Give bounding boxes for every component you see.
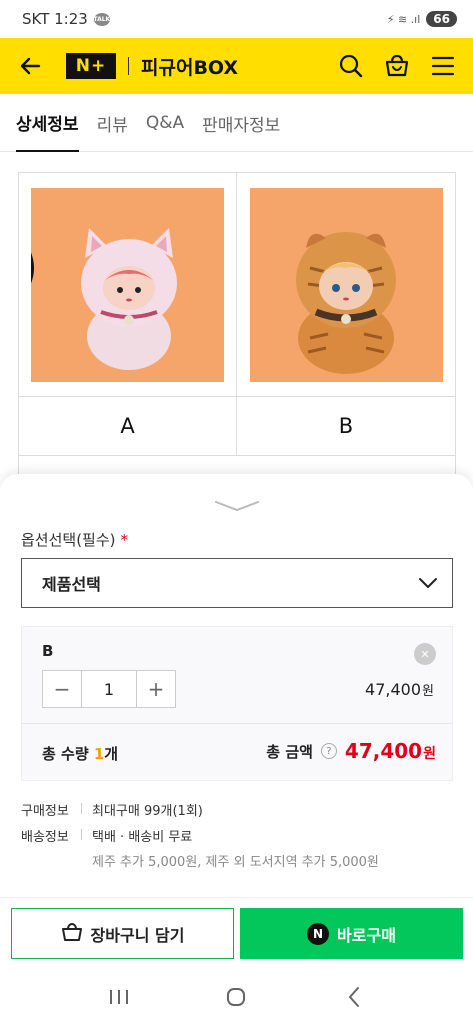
app-header: N+ 피규어BOX: [0, 38, 473, 94]
tab-detail-info[interactable]: 상세정보: [16, 94, 79, 152]
option-price: 47,400원: [365, 680, 434, 699]
add-to-cart-button[interactable]: 장바구니 담기: [11, 908, 234, 959]
quantity-stepper: − 1 +: [42, 670, 176, 708]
help-question-icon[interactable]: ?: [320, 743, 337, 759]
product-variant-grid: A B: [18, 172, 456, 456]
purchase-shipping-info: 구매정보 최대구매 99개(1회) 배송정보 택배 · 배송비 무료 제주 추가…: [21, 800, 379, 870]
total-amount-label: 총 금액: [266, 742, 313, 761]
option-select-label: 옵션선택(필수) *: [21, 531, 129, 549]
carrier-time: SKT 1:23: [22, 10, 88, 28]
system-back-icon[interactable]: [336, 979, 372, 1015]
selected-option-card: B ✕ − 1 + 47,400원 총 수량 1개 총 금액 ? 47,400원: [21, 626, 453, 781]
product-label-a: A: [120, 414, 135, 438]
total-amount-value: 47,400원: [344, 739, 436, 763]
logo-divider: [128, 57, 129, 75]
back-arrow-icon[interactable]: [16, 52, 44, 80]
quantity-minus-button[interactable]: −: [43, 671, 81, 707]
product-label-b: B: [338, 414, 354, 438]
search-icon[interactable]: [337, 52, 365, 80]
product-option-select[interactable]: 제품선택: [21, 558, 453, 608]
quantity-input[interactable]: 1: [81, 671, 137, 707]
home-icon[interactable]: [218, 979, 254, 1015]
required-mark: *: [120, 531, 129, 549]
shipping-extra-fee-note: 제주 추가 5,000원, 제주 외 도서지역 추가 5,000원: [92, 855, 379, 870]
product-image-pink-cat-figure: [31, 187, 224, 382]
shipping-info-key: 배송정보: [21, 830, 69, 845]
selected-option-name: B: [42, 642, 54, 660]
bottom-action-bar: 장바구니 담기 N 바로구매: [0, 897, 473, 969]
quantity-plus-button[interactable]: +: [137, 671, 175, 707]
hamburger-menu-icon[interactable]: [429, 52, 457, 80]
total-quantity: 총 수량 1개: [42, 745, 119, 763]
shopping-bag-icon[interactable]: [383, 52, 411, 80]
battery-indicator: 66: [426, 11, 457, 27]
collapse-sheet-handle-icon[interactable]: [214, 498, 260, 512]
shipping-info-value: 택배 · 배송비 무료: [92, 830, 193, 845]
product-cell-b[interactable]: B: [237, 173, 455, 455]
tab-qna[interactable]: Q&A: [146, 94, 184, 152]
status-bar: SKT 1:23 TALK ⚡ ≋ .ıl 66: [0, 0, 473, 38]
total-quantity-value: 1: [93, 745, 105, 763]
chevron-down-icon: [418, 574, 438, 593]
buy-now-button[interactable]: N 바로구매: [240, 908, 463, 959]
store-title[interactable]: 피규어BOX: [141, 53, 238, 80]
shopping-bag-icon: [61, 921, 83, 947]
talk-notification-icon: TALK: [93, 12, 110, 26]
product-cell-a[interactable]: A: [19, 173, 237, 455]
tab-seller-info[interactable]: 판매자정보: [202, 94, 280, 152]
tab-reviews[interactable]: 리뷰: [97, 94, 128, 152]
purchase-info-key: 구매정보: [21, 804, 69, 819]
remove-option-close-icon[interactable]: ✕: [414, 643, 436, 665]
signal-icons: ⚡ ≋ .ıl: [386, 12, 421, 26]
product-image-tiger-figure: [249, 187, 443, 382]
purchase-info-value: 최대구매 99개(1회): [92, 804, 203, 819]
recent-apps-icon[interactable]: [101, 979, 137, 1015]
product-tabs: 상세정보 리뷰 Q&A 판매자정보: [0, 94, 473, 152]
total-amount: 총 금액 ? 47,400원: [266, 739, 436, 763]
naver-n-icon: N: [307, 922, 330, 945]
system-navigation-bar: [0, 969, 473, 1024]
divider: [22, 723, 452, 724]
select-placeholder: 제품선택: [42, 575, 101, 594]
naver-plus-logo[interactable]: N+: [66, 53, 116, 79]
